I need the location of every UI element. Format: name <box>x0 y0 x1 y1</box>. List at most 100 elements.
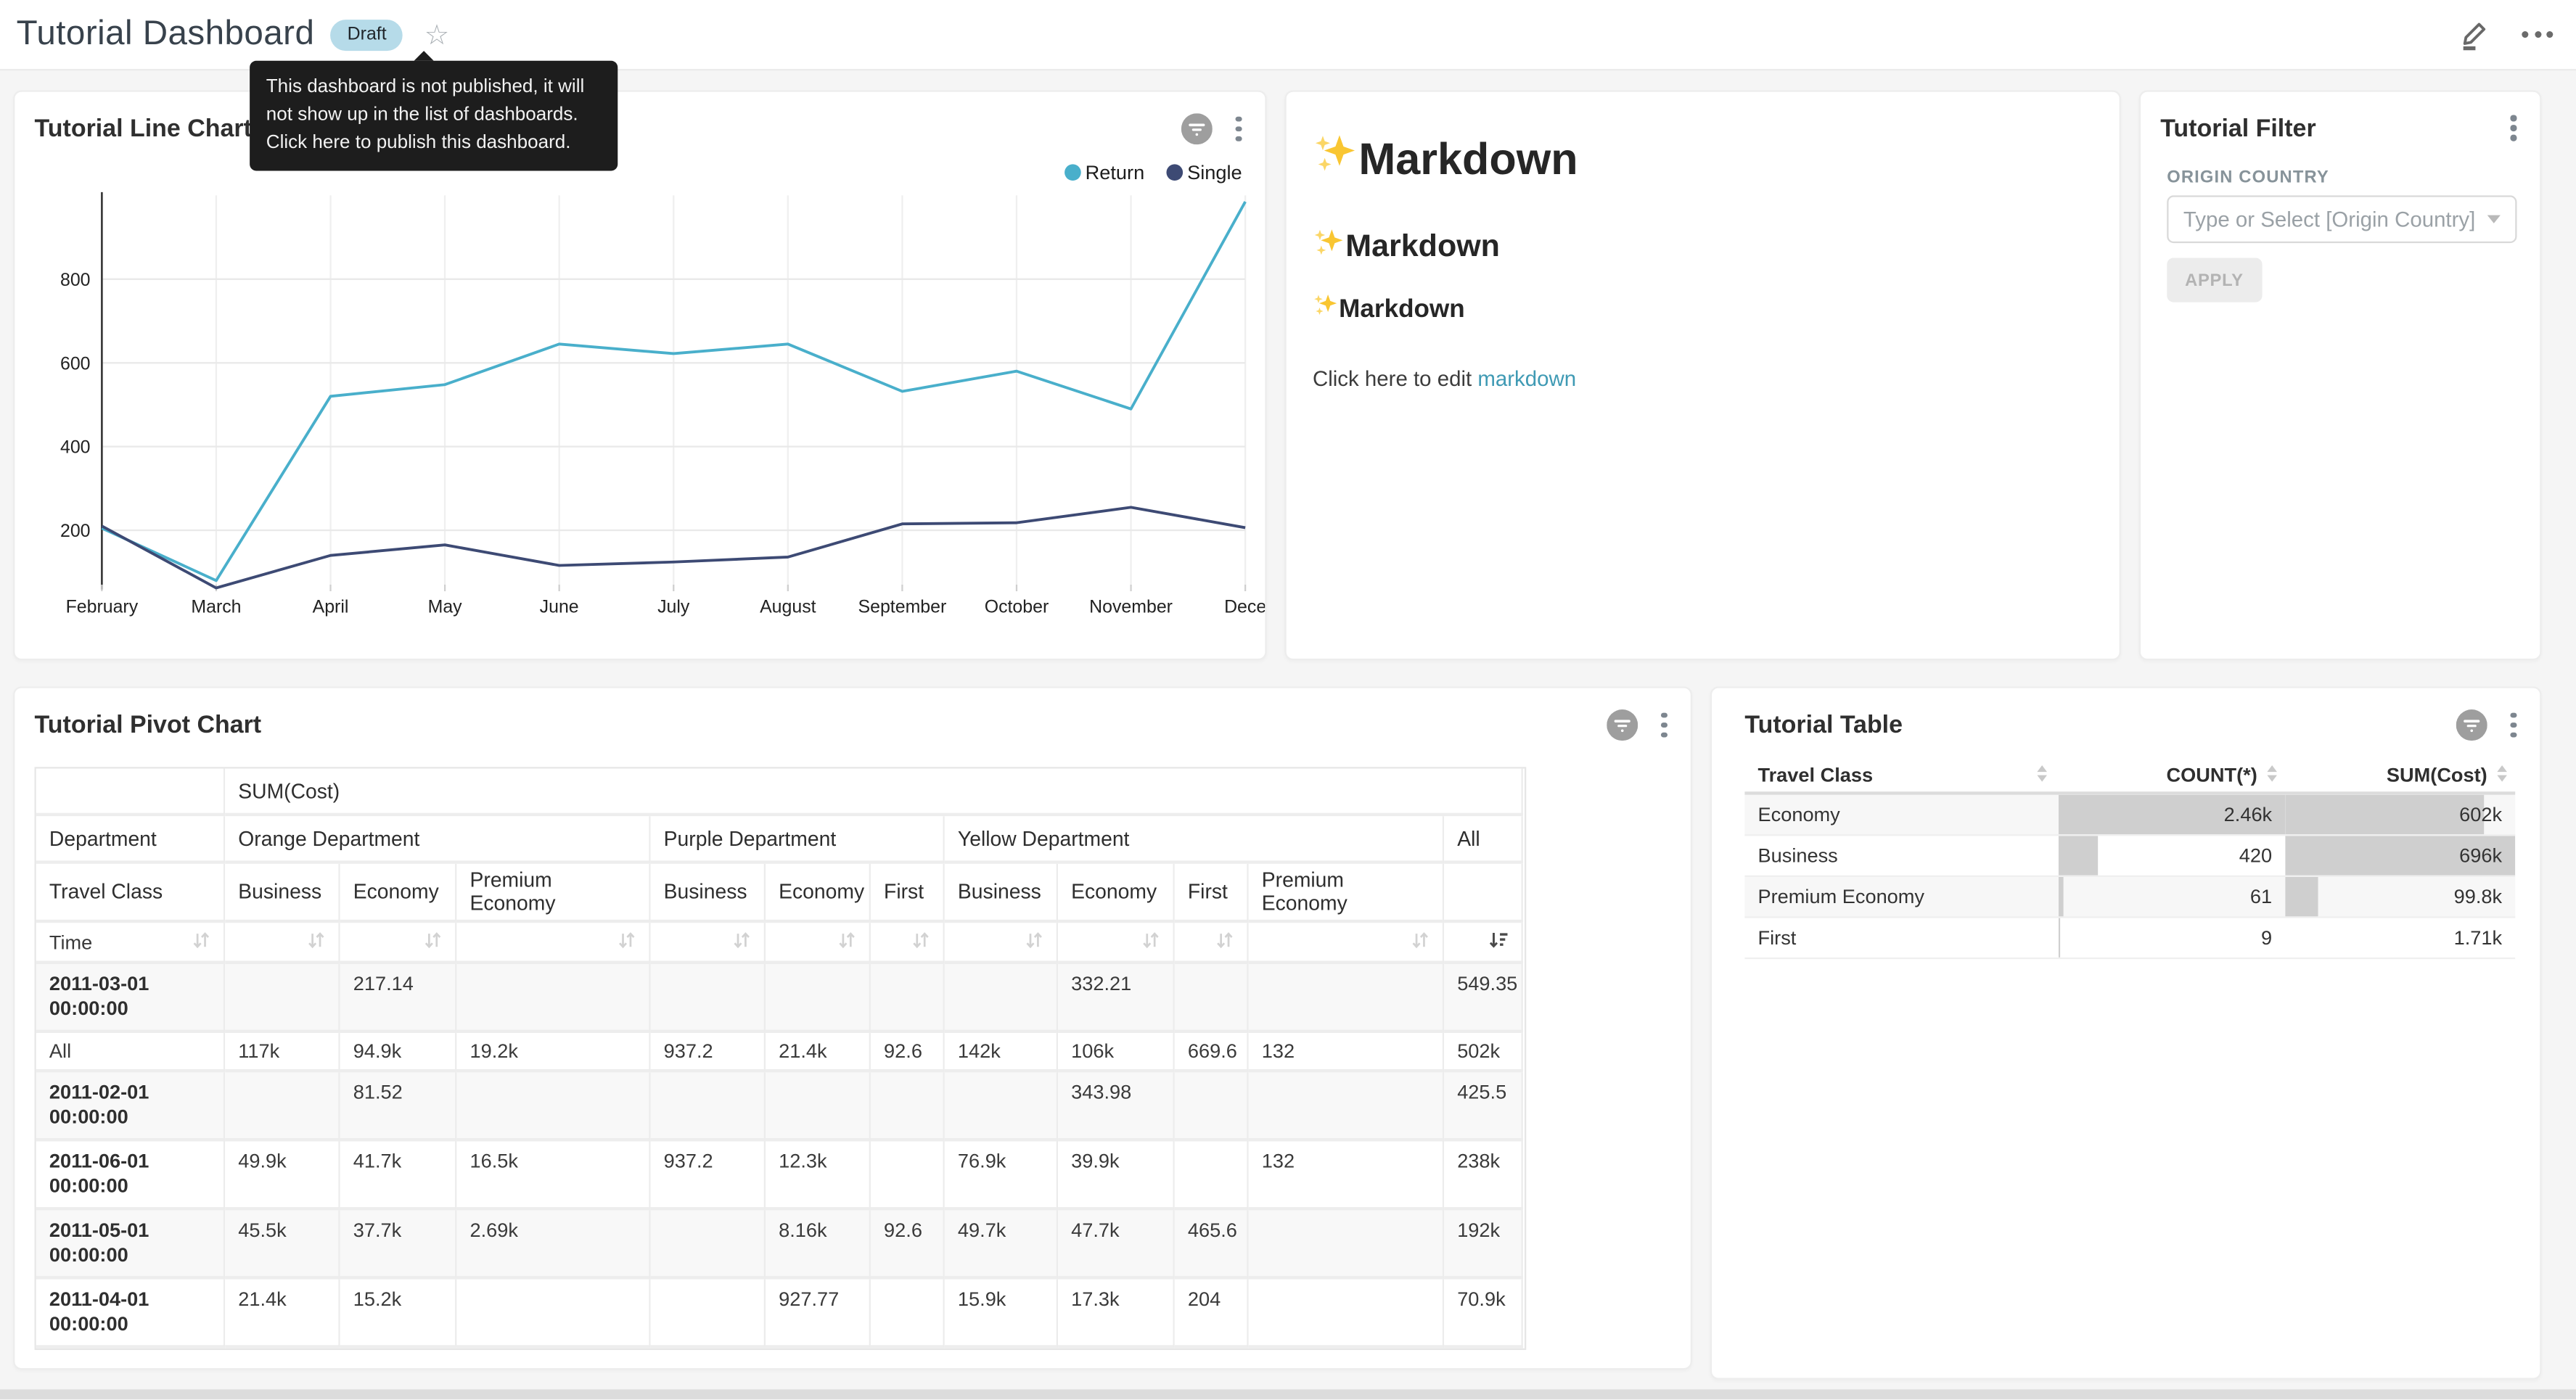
origin-country-select[interactable]: Type or Select [Origin Country] <box>2167 195 2516 243</box>
pivot-chart-actions <box>1607 709 1669 741</box>
pivot-cell <box>1249 1211 1444 1280</box>
value-bar <box>2059 877 2064 916</box>
pivot-cell: 15.2k <box>340 1280 457 1348</box>
viewport-bottom-strip <box>0 1389 2576 1399</box>
pivot-cell: 142k <box>945 1033 1058 1072</box>
column-header-sum-cost-[interactable]: SUM(Cost) <box>2285 763 2515 786</box>
value-bar <box>2059 918 2060 958</box>
pivot-dimension-label: Travel Class <box>36 864 225 923</box>
legend-item-return[interactable]: Return <box>1064 161 1144 184</box>
pivot-sort-cell[interactable] <box>766 923 871 964</box>
apply-button[interactable]: APPLY <box>2167 258 2261 302</box>
filter-indicator-icon[interactable] <box>1607 709 1638 741</box>
pivot-cell: 47.7k <box>1058 1211 1175 1280</box>
value-bar <box>2285 877 2318 916</box>
pivot-cell: 39.9k <box>1058 1142 1175 1211</box>
pivot-cell: 238k <box>1444 1142 1523 1211</box>
pivot-time-sort-cell[interactable]: Time <box>36 923 225 964</box>
pivot-cell <box>651 1280 766 1348</box>
y-tick-label: 600 <box>60 353 91 374</box>
pivot-cell: 41.7k <box>340 1142 457 1211</box>
sort-icon <box>1142 931 1160 954</box>
chart-more-icon[interactable] <box>1660 710 1670 739</box>
pivot-cell: 106k <box>1058 1033 1175 1072</box>
origin-country-label: ORIGIN COUNTRY <box>2167 168 2329 187</box>
pivot-cell: 927.77 <box>766 1280 871 1348</box>
pivot-metric-header: SUM(Cost) <box>225 769 1523 817</box>
filter-indicator-icon[interactable] <box>1182 113 1213 144</box>
pivot-sort-cell[interactable] <box>1058 923 1175 964</box>
y-tick-label: 400 <box>60 437 91 458</box>
column-header-count-[interactable]: COUNT(*) <box>2059 763 2285 786</box>
pivot-row: 2011-03-01 00:00:00217.14332.21549.35 <box>36 964 1523 1033</box>
markdown-edit-link[interactable]: markdown <box>1477 366 1576 391</box>
pivot-cell <box>766 964 871 1033</box>
y-tick-label: 800 <box>60 270 91 290</box>
cell-travel-class: Economy <box>1744 795 2058 834</box>
pivot-column-header: Business <box>651 864 766 923</box>
pivot-cell <box>1249 1072 1444 1141</box>
cell-sum: 1.71k <box>2285 918 2515 958</box>
pivot-sort-cell[interactable] <box>225 923 340 964</box>
cell-count: 9 <box>2059 918 2285 958</box>
filter-indicator-icon[interactable] <box>2457 709 2488 741</box>
sparkles-icon <box>1313 292 1339 327</box>
pivot-chart-card: Tutorial Pivot Chart SUM(Cost)Department… <box>13 686 1692 1370</box>
pivot-sort-cell[interactable] <box>871 923 945 964</box>
cell-travel-class: Business <box>1744 836 2058 875</box>
edit-pencil-icon[interactable] <box>2458 17 2493 52</box>
value-bar <box>2059 836 2098 875</box>
legend-item-single[interactable]: Single <box>1166 161 1242 184</box>
x-tick-label: July <box>657 596 690 617</box>
favorite-star-icon[interactable]: ☆ <box>424 20 450 48</box>
filter-more-icon[interactable] <box>2509 113 2519 142</box>
pivot-row-label: 2011-06-01 00:00:00 <box>36 1142 225 1211</box>
page-title: Tutorial Dashboard <box>17 15 315 54</box>
sort-icon <box>2257 763 2278 786</box>
sort-icon <box>912 931 930 954</box>
pivot-sort-cell-active[interactable] <box>1444 923 1523 964</box>
pivot-column-header: Economy <box>340 864 457 923</box>
pivot-cell <box>225 1072 340 1141</box>
pivot-cell <box>871 1280 945 1348</box>
sparkles-icon <box>1313 226 1345 269</box>
pivot-sort-cell[interactable] <box>945 923 1058 964</box>
pivot-cell <box>766 1072 871 1141</box>
chart-more-icon[interactable] <box>1234 115 1244 144</box>
pivot-cell: 16.5k <box>456 1142 650 1211</box>
sort-icon <box>2027 763 2048 786</box>
pivot-cell: 132 <box>1249 1033 1444 1072</box>
pivot-row: All117k94.9k19.2k937.221.4k92.6142k106k6… <box>36 1033 1523 1072</box>
pivot-cell <box>651 1072 766 1141</box>
pivot-cell: 15.9k <box>945 1280 1058 1348</box>
draft-tooltip: This dashboard is not published, it will… <box>250 61 618 171</box>
pivot-sort-cell[interactable] <box>1175 923 1249 964</box>
pivot-column-header: Business <box>945 864 1058 923</box>
pivot-cell <box>651 1211 766 1280</box>
pivot-sort-cell[interactable] <box>651 923 766 964</box>
pivot-sort-cell[interactable] <box>456 923 650 964</box>
pivot-cell: 49.9k <box>225 1142 340 1211</box>
pivot-cell <box>1249 964 1444 1033</box>
sort-icon <box>307 931 325 954</box>
x-tick-label: May <box>428 596 463 617</box>
pivot-column-header: Economy <box>766 864 871 923</box>
x-tick-label: June <box>540 596 579 617</box>
pivot-row-label: 2011-04-01 00:00:00 <box>36 1280 225 1348</box>
pivot-sort-cell[interactable] <box>340 923 457 964</box>
cell-sum: 696k <box>2285 836 2515 875</box>
pivot-cell: 12.3k <box>766 1142 871 1211</box>
pivot-cell <box>1175 1072 1249 1141</box>
cell-count: 420 <box>2059 836 2285 875</box>
table-row: First91.71k <box>1744 918 2515 960</box>
pivot-cell <box>871 964 945 1033</box>
chart-more-icon[interactable] <box>2509 710 2519 739</box>
pivot-group-header: Orange Department <box>225 816 650 864</box>
legend-dot <box>1166 164 1183 181</box>
pivot-sort-cell[interactable] <box>1249 923 1444 964</box>
more-options-icon[interactable] <box>2522 31 2553 38</box>
pivot-cell: 502k <box>1444 1033 1523 1072</box>
draft-badge[interactable]: Draft <box>331 19 403 50</box>
column-header-travel-class[interactable]: Travel Class <box>1744 763 2058 786</box>
x-tick-label: August <box>760 596 816 617</box>
